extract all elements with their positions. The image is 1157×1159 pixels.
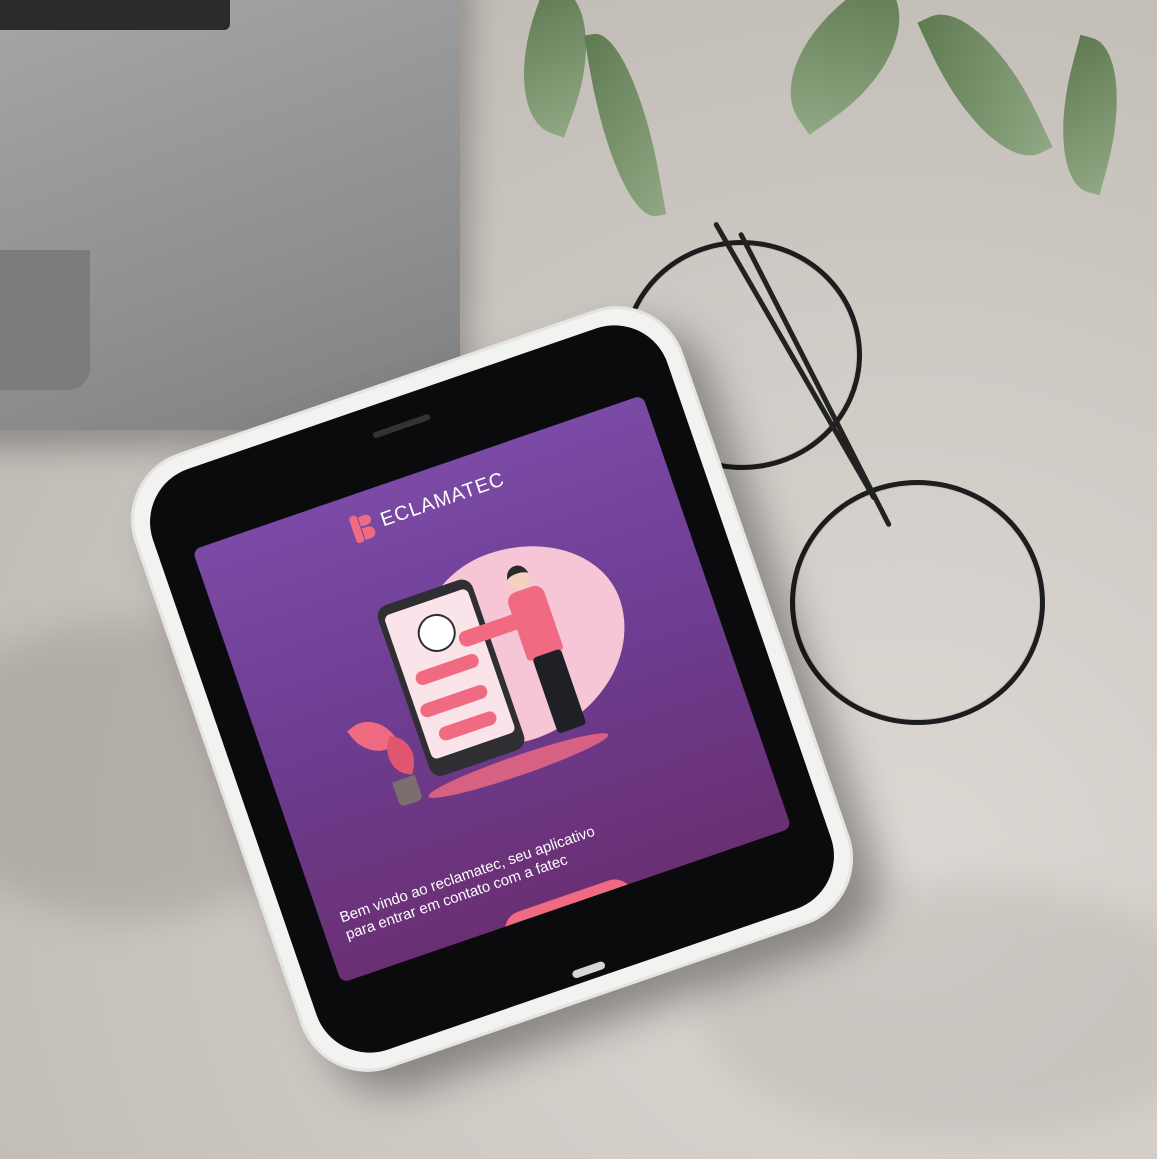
laptop-keys (0, 0, 230, 30)
avatar-icon (412, 608, 461, 658)
plant-leaf (583, 27, 667, 223)
plant-leaf (1041, 34, 1139, 196)
earpiece-speaker (372, 413, 431, 439)
reclamatec-logo-icon (348, 510, 378, 544)
chat-bubble-icon (413, 652, 481, 687)
laptop (0, 0, 460, 430)
laptop-trackpad (0, 250, 90, 390)
glasses-lens-right (790, 480, 1045, 725)
plant-leaf (757, 0, 933, 135)
brand-name: ECLAMATEC (377, 467, 508, 531)
app-screen: ECLAMATEC Bem vindo ao reclamatec, seu a… (192, 394, 792, 984)
welcome-illustration (302, 512, 670, 830)
photo-background: ECLAMATEC Bem vindo ao reclamatec, seu a… (0, 0, 1157, 1159)
plant-leaf (917, 0, 1053, 177)
enter-button[interactable]: Entrar (499, 874, 640, 954)
chat-bubble-icon (437, 709, 499, 743)
